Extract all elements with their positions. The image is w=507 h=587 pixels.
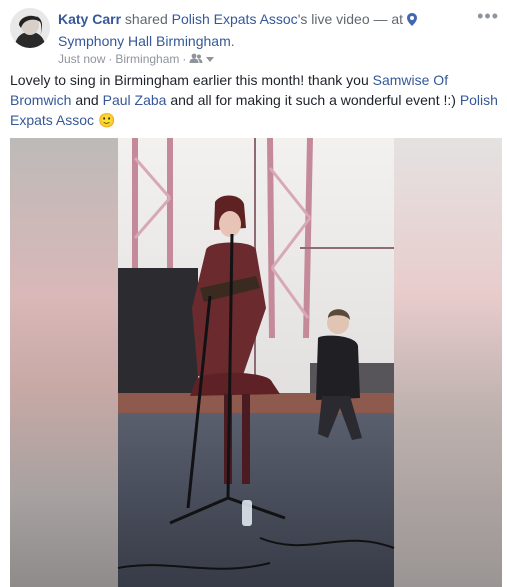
location-suffix: . xyxy=(230,33,235,49)
avatar[interactable] xyxy=(10,8,50,48)
friends-icon[interactable] xyxy=(189,51,203,67)
chevron-down-icon[interactable] xyxy=(206,51,215,67)
video-frame xyxy=(10,138,502,587)
location-link[interactable]: Symphony Hall Birmingham xyxy=(58,33,231,49)
live-video-player[interactable] xyxy=(10,138,502,587)
shared-text: shared xyxy=(124,11,168,27)
post-meta: Just now · Birmingham · xyxy=(58,51,215,67)
location-pin-icon xyxy=(406,11,417,31)
meta-separator-2: · xyxy=(182,52,187,66)
avatar-image xyxy=(10,8,50,48)
message-outro: and all for making it such a wonderful e… xyxy=(170,92,456,108)
page-name-link[interactable]: Polish Expats Assoc xyxy=(172,11,298,27)
author-name[interactable]: Katy Carr xyxy=(58,11,121,27)
smile-emoji-icon: 🙂 xyxy=(97,112,116,128)
message-intro: Lovely to sing in Birmingham earlier thi… xyxy=(10,72,369,88)
more-options-icon[interactable]: ••• xyxy=(477,7,499,25)
feed-post: Katy Carr shared Polish Expats Assoc's l… xyxy=(0,0,507,587)
message-and: and xyxy=(75,92,99,108)
post-place[interactable]: Birmingham xyxy=(115,51,179,67)
meta-separator: · xyxy=(108,52,113,66)
post-message: Lovely to sing in Birmingham earlier thi… xyxy=(10,70,502,130)
mention-paul-zaba[interactable]: Paul Zaba xyxy=(103,92,167,108)
post-timestamp[interactable]: Just now xyxy=(58,51,105,67)
post-header: Katy Carr shared Polish Expats Assoc's l… xyxy=(58,9,448,51)
live-video-text: 's live video — at xyxy=(297,11,404,27)
